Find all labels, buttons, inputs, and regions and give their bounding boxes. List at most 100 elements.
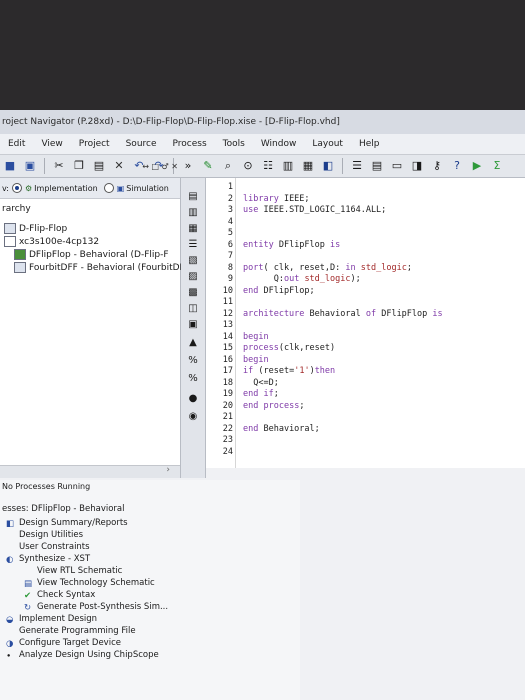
code-line[interactable]: process(clk,reset): [243, 343, 335, 353]
bookmark-icon[interactable]: ▦: [185, 222, 201, 236]
process-implement-design[interactable]: ◒ Implement Design: [6, 614, 97, 625]
code-line[interactable]: architecture Behavioral of DFlipFlop is: [243, 309, 443, 319]
layout-4-icon[interactable]: ◨: [409, 159, 425, 173]
process-view-technology[interactable]: ▤ View Technology Schematic: [24, 578, 155, 589]
delete-icon[interactable]: ✕: [111, 159, 127, 173]
code-line[interactable]: begin: [243, 332, 269, 342]
code-line[interactable]: use IEEE.STD_LOGIC_1164.ALL;: [243, 205, 386, 215]
menu-help[interactable]: Help: [351, 139, 388, 149]
new-source-icon[interactable]: ▥: [280, 159, 296, 173]
zoom-icon[interactable]: ⌕: [220, 159, 236, 173]
process-design-summary[interactable]: ◧ Design Summary/Reports: [6, 518, 128, 529]
code-line[interactable]: entity DFlipFlop is: [243, 240, 340, 250]
help-icon[interactable]: ?: [449, 159, 465, 173]
process-view-rtl[interactable]: View RTL Schematic: [24, 566, 122, 576]
new-file-icon[interactable]: ▥: [185, 206, 201, 220]
pin-icon[interactable]: ✎: [200, 159, 216, 173]
implementation-label[interactable]: Implementation: [34, 184, 98, 193]
save-all-icon[interactable]: ▣: [22, 159, 38, 173]
line-number: 18: [222, 377, 233, 388]
go-to-icon[interactable]: ▩: [185, 286, 201, 300]
menu-tools[interactable]: Tools: [215, 139, 253, 149]
code-line[interactable]: port( clk, reset,D: in std_logic;: [243, 263, 412, 273]
process-design-utilities[interactable]: Design Utilities: [6, 530, 83, 540]
code-line[interactable]: end Behavioral;: [243, 424, 320, 434]
insert-icon[interactable]: ▣: [185, 318, 201, 332]
panel-window-controls[interactable]: ↔ □ ♂ ✕: [142, 162, 178, 171]
process-label: View RTL Schematic: [37, 566, 123, 576]
menu-view[interactable]: View: [33, 139, 70, 149]
save-icon[interactable]: ■: [2, 159, 18, 173]
tree-item-label: xc3s100e-4cp132: [19, 236, 100, 247]
device-icon: [4, 236, 16, 247]
percent-2-icon[interactable]: %: [185, 372, 201, 386]
code-line[interactable]: library IEEE;: [243, 194, 310, 204]
indent-icon[interactable]: ▧: [185, 254, 201, 268]
simulation-radio[interactable]: [103, 183, 114, 193]
process-label: Analyze Design Using ChipScope: [19, 650, 159, 660]
cut-icon[interactable]: ✂: [51, 159, 67, 173]
scroll-right-icon[interactable]: ›: [166, 465, 170, 475]
code-line[interactable]: if (reset='1')then: [243, 366, 335, 376]
line-number: 13: [222, 320, 233, 330]
find-icon[interactable]: ⊙: [240, 159, 256, 173]
copy-icon[interactable]: ❐: [71, 159, 87, 173]
tree-item-dflipflop[interactable]: DFlipFlop - Behavioral (D-Flip-F: [14, 249, 169, 260]
menu-window[interactable]: Window: [253, 139, 305, 149]
comment-icon[interactable]: ☰: [185, 238, 201, 252]
percent-icon[interactable]: %: [185, 354, 201, 368]
code-line[interactable]: end process;: [243, 401, 304, 411]
run-icon[interactable]: ▶: [469, 159, 485, 173]
processes-header: esses: DFlipFlop - Behavioral: [2, 504, 125, 514]
code-line[interactable]: begin: [243, 355, 269, 365]
vhdl-module-icon: [14, 249, 26, 260]
project-icon: [4, 223, 16, 234]
run-process-icon[interactable]: ●: [185, 392, 201, 406]
process-chipscope[interactable]: ∙ Analyze Design Using ChipScope: [6, 650, 159, 661]
schematic-icon[interactable]: ◧: [320, 159, 336, 173]
layout-1-icon[interactable]: ☰: [349, 159, 365, 173]
simulation-label[interactable]: Simulation: [126, 184, 169, 193]
paste-icon[interactable]: ▤: [91, 159, 107, 173]
layout-2-icon[interactable]: ▤: [369, 159, 385, 173]
add-source-icon[interactable]: ▤: [185, 190, 201, 204]
sigma-icon[interactable]: Σ: [489, 159, 505, 173]
process-generate-programming[interactable]: Generate Programming File: [6, 626, 136, 636]
implementation-radio[interactable]: [12, 183, 22, 193]
tree-item-project[interactable]: D-Flip-Flop: [4, 223, 67, 234]
stop-icon[interactable]: ◉: [185, 410, 201, 424]
menu-project[interactable]: Project: [71, 139, 118, 149]
process-label: Generate Programming File: [19, 626, 136, 636]
code-editor[interactable]: 1 2 3 4 5 6 7 8 9 10 11 12 13 14 15 16 17 18 19 20 21 22 23 24 …: [206, 178, 525, 468]
line-number: 11: [222, 297, 233, 307]
overflow-icon[interactable]: »: [180, 159, 196, 173]
process-user-constraints[interactable]: User Constraints: [6, 542, 90, 552]
process-generate-post-synthesis[interactable]: ↻ Generate Post-Synthesis Sim...: [24, 602, 168, 613]
line-number: 5: [227, 228, 233, 238]
code-line[interactable]: Q<=D;: [243, 378, 279, 388]
key-icon[interactable]: ⚷: [429, 159, 445, 173]
hierarchy-scrollbar[interactable]: ›: [0, 465, 180, 478]
hierarchy-label: rarchy: [2, 204, 31, 214]
device-icon: ◑: [6, 638, 14, 649]
properties-icon[interactable]: ☷: [260, 159, 276, 173]
tree-item-label: FourbitDFF - Behavioral (FourbitDF: [29, 262, 185, 273]
menu-layout[interactable]: Layout: [304, 139, 351, 149]
code-line[interactable]: end if;: [243, 389, 279, 399]
toolbar: ■ ▣ ✂ ❐ ▤ ✕ ↶ ↷ » ✎ ⌕ ⊙ ☷ ▥ ▦ ◧ ☰ ▤ ▭ ◨ …: [0, 155, 525, 178]
process-configure-device[interactable]: ◑ Configure Target Device: [6, 638, 121, 649]
up-arrow-icon[interactable]: ▲: [185, 336, 201, 350]
code-line[interactable]: Q:out std_logic);: [243, 274, 361, 284]
tree-item-fourbitdff[interactable]: FourbitDFF - Behavioral (FourbitDF: [14, 262, 185, 273]
design-icon[interactable]: ▦: [300, 159, 316, 173]
layout-3-icon[interactable]: ▭: [389, 159, 405, 173]
code-line[interactable]: end DFlipFlop;: [243, 286, 315, 296]
process-check-syntax[interactable]: ✔ Check Syntax: [24, 590, 95, 601]
outdent-icon[interactable]: ▨: [185, 270, 201, 284]
menu-source[interactable]: Source: [118, 139, 165, 149]
language-template-icon[interactable]: ◫: [185, 302, 201, 316]
process-synthesize[interactable]: ◐ Synthesize - XST: [6, 554, 90, 565]
menu-process[interactable]: Process: [165, 139, 215, 149]
menu-edit[interactable]: Edit: [0, 139, 33, 149]
tree-item-device[interactable]: xc3s100e-4cp132: [4, 236, 99, 247]
